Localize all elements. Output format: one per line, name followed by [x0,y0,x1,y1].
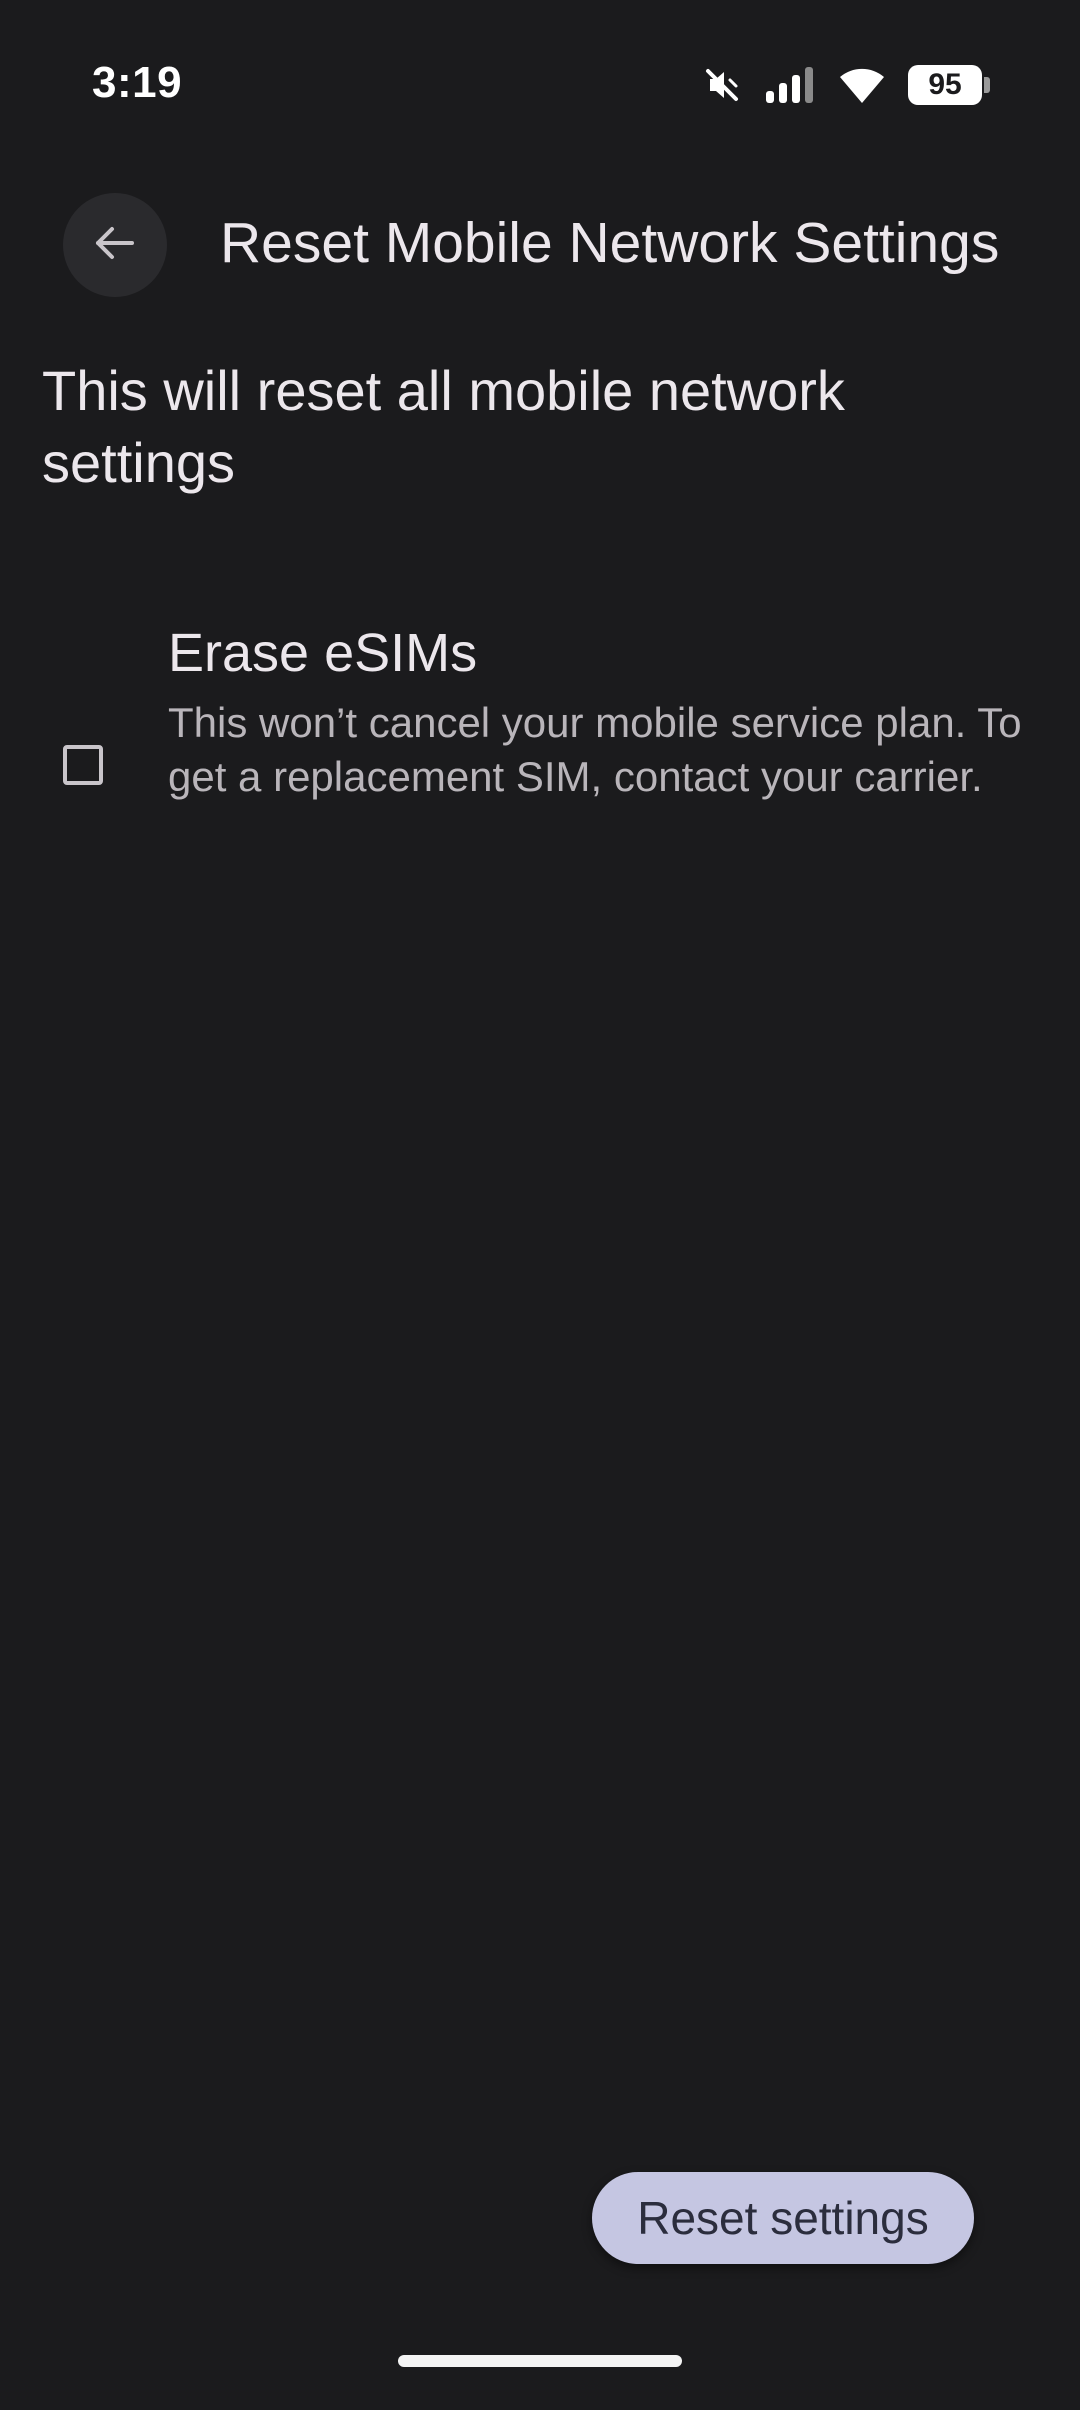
navigation-handle[interactable] [398,2355,682,2367]
arrow-back-icon [92,220,138,271]
erase-esims-checkbox[interactable] [63,745,103,785]
page-title: Reset Mobile Network Settings [220,211,1000,275]
wifi-icon [838,65,886,105]
reset-settings-button[interactable]: Reset settings [592,2172,974,2264]
battery-level: 95 [908,65,982,105]
option-summary: This won’t cancel your mobile service pl… [168,699,1022,800]
option-title: Erase eSIMs [168,623,478,683]
battery-icon: 95 [908,64,990,106]
signal-icon [764,65,816,105]
erase-esims-option[interactable]: Erase eSIMs This won’t cancel your mobil… [0,610,1080,880]
back-button[interactable] [63,193,167,297]
mute-vibrate-icon [702,65,742,105]
status-bar: 3:19 95 [0,0,1080,170]
screen: 3:19 95 Reset Mobile Network Settings Th… [0,0,1080,2410]
status-icons: 95 [702,60,990,110]
battery-tip [984,77,990,93]
status-time: 3:19 [92,58,183,107]
reset-description: This will reset all mobile network setti… [42,359,845,494]
